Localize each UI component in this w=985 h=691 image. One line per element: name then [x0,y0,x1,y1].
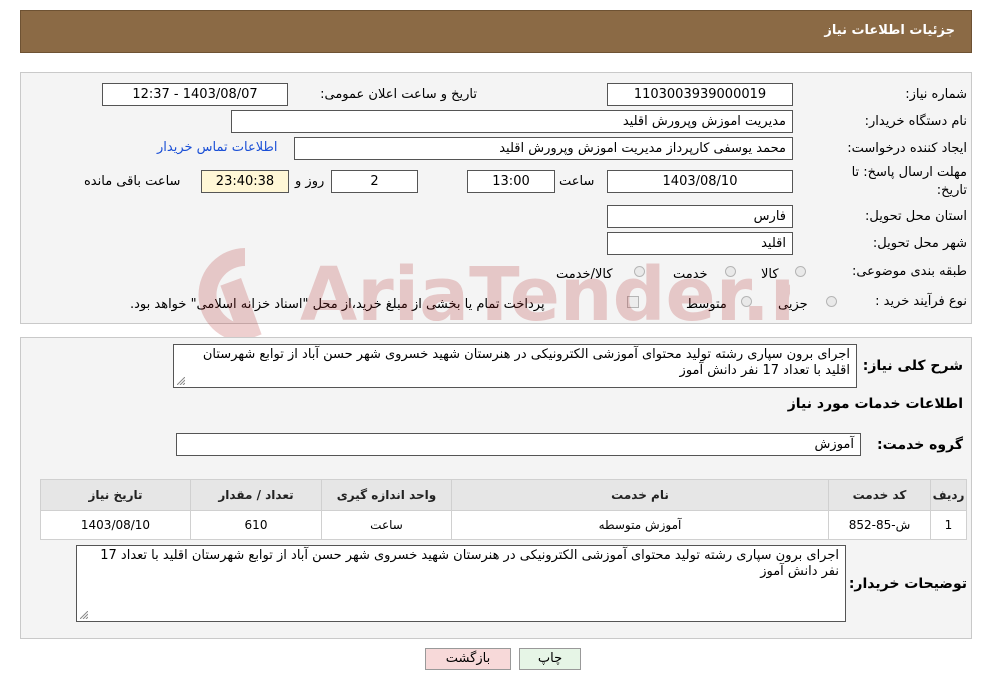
remaining-time-field: 23:40:38 [201,170,289,193]
buyer-notes-textarea[interactable]: اجرای برون سپاری رشته تولید محتوای آموزش… [76,545,846,622]
treasury-payment-checkbox[interactable] [627,296,639,308]
announce-label: تاریخ و ساعت اعلان عمومی: [320,87,477,102]
category-label: طبقه بندی موضوعی: [851,264,967,279]
time-label: ساعت [559,174,595,189]
deadline-time-field[interactable]: 13:00 [467,170,555,193]
category-goods-radio[interactable] [795,266,806,277]
process-medium-label: متوسط [686,297,727,312]
remaining-label: ساعت باقی مانده [84,174,181,189]
summary-textarea[interactable]: اجرای برون سپاری رشته تولید محتوای آموزش… [173,344,857,388]
category-goods-service-label: کالا/خدمت [556,267,613,282]
resize-grip-icon[interactable] [80,611,88,619]
process-medium-radio[interactable] [741,296,752,307]
resize-grip-icon[interactable] [177,377,185,385]
page-header: جزئیات اطلاعات نیاز [20,10,972,53]
col-unit: واحد اندازه گیری [321,479,452,511]
cell-need-date: 1403/08/10 [40,510,191,540]
process-minor-radio[interactable] [826,296,837,307]
city-label: شهر محل تحویل: [872,236,967,251]
need-number-field[interactable]: 1103003939000019 [607,83,793,106]
cell-unit: ساعت [321,510,452,540]
deadline-date-field[interactable]: 1403/08/10 [607,170,793,193]
buyer-contact-link[interactable]: اطلاعات تماس خریدار [157,140,277,155]
announce-datetime-field[interactable]: 1403/08/07 - 12:37 [102,83,288,106]
category-goods-label: کالا [761,267,779,282]
process-minor-label: جزیی [778,297,808,312]
col-quantity: تعداد / مقدار [190,479,322,511]
back-button[interactable]: بازگشت [425,648,511,670]
service-group-field[interactable]: آموزش [176,433,861,456]
cell-quantity: 610 [190,510,322,540]
buyer-notes-label: توضیحات خریدار: [848,576,967,592]
service-group-label: گروه خدمت: [877,437,963,453]
col-row-number: ردیف [930,479,967,511]
category-service-label: خدمت [673,267,708,282]
days-field[interactable]: 2 [331,170,418,193]
buyer-org-field[interactable]: مدیریت اموزش وپرورش اقلید [231,110,793,133]
cell-service-name: آموزش متوسطه [451,510,829,540]
process-label: نوع فرآیند خرید : [875,294,967,309]
treasury-payment-note: پرداخت تمام یا بخشی از مبلغ خرید،از محل … [130,297,545,312]
print-button[interactable]: چاپ [519,648,581,670]
col-need-date: تاریخ نیاز [40,479,191,511]
col-service-name: نام خدمت [451,479,829,511]
city-field[interactable]: اقلید [607,232,793,255]
table-header-row: ردیف کد خدمت نام خدمت واحد اندازه گیری ت… [40,479,967,511]
services-table: ردیف کد خدمت نام خدمت واحد اندازه گیری ت… [40,479,967,540]
deadline-label: مهلت ارسال پاسخ: تا [851,165,967,180]
category-service-radio[interactable] [725,266,736,277]
creator-field[interactable]: محمد یوسفی کارپرداز مدیریت اموزش وپرورش … [294,137,793,160]
province-field[interactable]: فارس [607,205,793,228]
category-goods-service-radio[interactable] [634,266,645,277]
table-row[interactable]: 1 ش-85-852 آموزش متوسطه ساعت 610 1403/08… [40,510,967,540]
need-number-label: شماره نیاز: [905,87,967,102]
page-title: جزئیات اطلاعات نیاز [824,23,955,38]
deadline-label-2: تاریخ: [936,183,967,198]
day-label: روز و [295,174,325,189]
col-service-code: کد خدمت [828,479,931,511]
buyer-org-label: نام دستگاه خریدار: [864,114,967,129]
cell-service-code: ش-85-852 [828,510,931,540]
buyer-notes-text: اجرای برون سپاری رشته تولید محتوای آموزش… [100,548,839,579]
summary-text: اجرای برون سپاری رشته تولید محتوای آموزش… [202,347,850,378]
province-label: استان محل تحویل: [865,209,967,224]
summary-label: شرح کلی نیاز: [862,358,963,374]
services-heading: اطلاعات خدمات مورد نیاز [787,396,963,412]
creator-label: ایجاد کننده درخواست: [847,141,967,156]
cell-row-number: 1 [930,510,967,540]
